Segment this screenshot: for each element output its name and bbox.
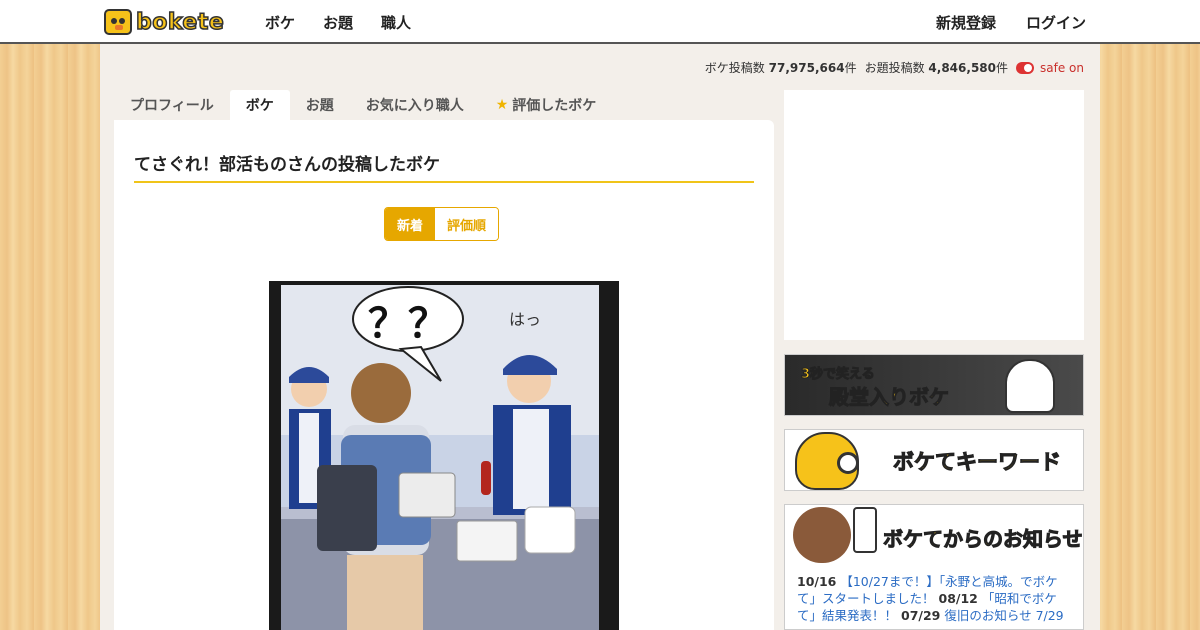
banner2-main-text: ボケてキーワード bbox=[893, 450, 1062, 475]
mascot-icon bbox=[1005, 359, 1055, 413]
site-header: bokete ボケ お題 職人 新規登録 ログイン bbox=[0, 0, 1200, 44]
ad-slot[interactable] bbox=[784, 90, 1084, 340]
odai-count: 4,846,580 bbox=[928, 60, 996, 75]
speech-text: ？？ bbox=[368, 301, 448, 347]
boke-photo[interactable]: ？？ はっ bbox=[269, 281, 619, 630]
profile-tabs: プロフィール ボケ お題 お気に入り職人 ★ 評価したボケ bbox=[114, 90, 612, 120]
account-nav: 新規登録 ログイン bbox=[906, 0, 1086, 44]
keyword-banner[interactable]: ボケてキーワード bbox=[784, 429, 1084, 491]
news-date: 07/29 bbox=[901, 608, 941, 623]
odai-count-unit: 件 bbox=[996, 61, 1009, 75]
banner1-main-text: 殿堂入りボケ bbox=[829, 385, 950, 410]
tab-favorite-label: お気に入り職人 bbox=[365, 98, 464, 114]
boke-count: 77,975,664 bbox=[768, 60, 845, 75]
nav-odai[interactable]: お題 bbox=[323, 12, 353, 33]
nav-boke[interactable]: ボケ bbox=[265, 12, 295, 33]
sort-switch: 新着 評価順 bbox=[384, 207, 500, 241]
odai-count-label: お題投稿数 bbox=[864, 61, 925, 75]
tab-odai-label: お題 bbox=[305, 98, 334, 114]
tab-profile[interactable]: プロフィール bbox=[114, 90, 230, 120]
main-nav: ボケ お題 職人 bbox=[265, 0, 439, 44]
boke-count-label: ボケ投稿数 bbox=[704, 61, 765, 75]
star-icon: ★ bbox=[495, 97, 509, 113]
tab-rated-label: 評価したボケ bbox=[512, 98, 597, 114]
hall-of-fame-banner[interactable]: 3秒で笑える 殿堂入りボケ bbox=[784, 354, 1084, 416]
bokete-logo[interactable]: bokete bbox=[104, 9, 225, 36]
safe-mode-toggle[interactable] bbox=[1016, 61, 1035, 74]
logo-bird-icon bbox=[104, 9, 132, 35]
photo-illustration: ？？ はっ bbox=[281, 285, 599, 630]
page-title: てさぐれ！部活ものさんの投稿したボケ bbox=[134, 150, 754, 183]
boke-count-unit: 件 bbox=[844, 61, 857, 75]
news-box: ボケてからのお知らせ 10/16 【10/27まで！】「永野と高城。でボケて」ス… bbox=[784, 504, 1084, 630]
banner1-small-text: 3秒で笑える bbox=[801, 367, 876, 383]
tab-rated-boke[interactable]: ★ 評価したボケ bbox=[480, 90, 613, 120]
main-panel: てさぐれ！部活ものさんの投稿したボケ 新着 評価順 ？？ はっ bbox=[114, 120, 774, 630]
safe-mode-label[interactable]: safe on bbox=[1040, 61, 1084, 75]
tab-boke-label: ボケ bbox=[245, 98, 274, 114]
news-link[interactable]: 復旧のお知らせ 7/29 bbox=[944, 608, 1063, 623]
news-date: 10/16 bbox=[797, 574, 837, 589]
tab-odai[interactable]: お題 bbox=[290, 90, 350, 120]
sort-rated-button[interactable]: 評価順 bbox=[435, 208, 499, 240]
signup-link[interactable]: 新規登録 bbox=[936, 12, 996, 33]
magnifier-icon bbox=[837, 452, 859, 474]
news-date: 08/12 bbox=[938, 591, 978, 606]
logo-text: bokete bbox=[135, 9, 225, 36]
news-list: 10/16 【10/27まで！】「永野と高城。でボケて」スタートしました！ 08… bbox=[797, 573, 1073, 624]
banner3-main-text: ボケてからのお知らせ bbox=[883, 527, 1083, 552]
phone-icon bbox=[853, 507, 877, 553]
login-link[interactable]: ログイン bbox=[1026, 12, 1086, 33]
page-container: ボケ投稿数 77,975,664 件 お題投稿数 4,846,580 件 safe … bbox=[100, 44, 1100, 630]
side-text: はっ bbox=[509, 310, 541, 329]
tab-boke[interactable]: ボケ bbox=[229, 90, 290, 120]
sort-new-button[interactable]: 新着 bbox=[385, 208, 436, 240]
news-mascot-icon bbox=[793, 507, 851, 563]
site-stats: ボケ投稿数 77,975,664 件 お題投稿数 4,846,580 件 safe … bbox=[705, 59, 1084, 76]
nav-shokunin[interactable]: 職人 bbox=[381, 12, 411, 33]
convenience-store-illustration: ？？ はっ bbox=[281, 285, 599, 630]
tab-favorite-shokunin[interactable]: お気に入り職人 bbox=[350, 90, 480, 120]
tab-profile-label: プロフィール bbox=[130, 98, 214, 114]
